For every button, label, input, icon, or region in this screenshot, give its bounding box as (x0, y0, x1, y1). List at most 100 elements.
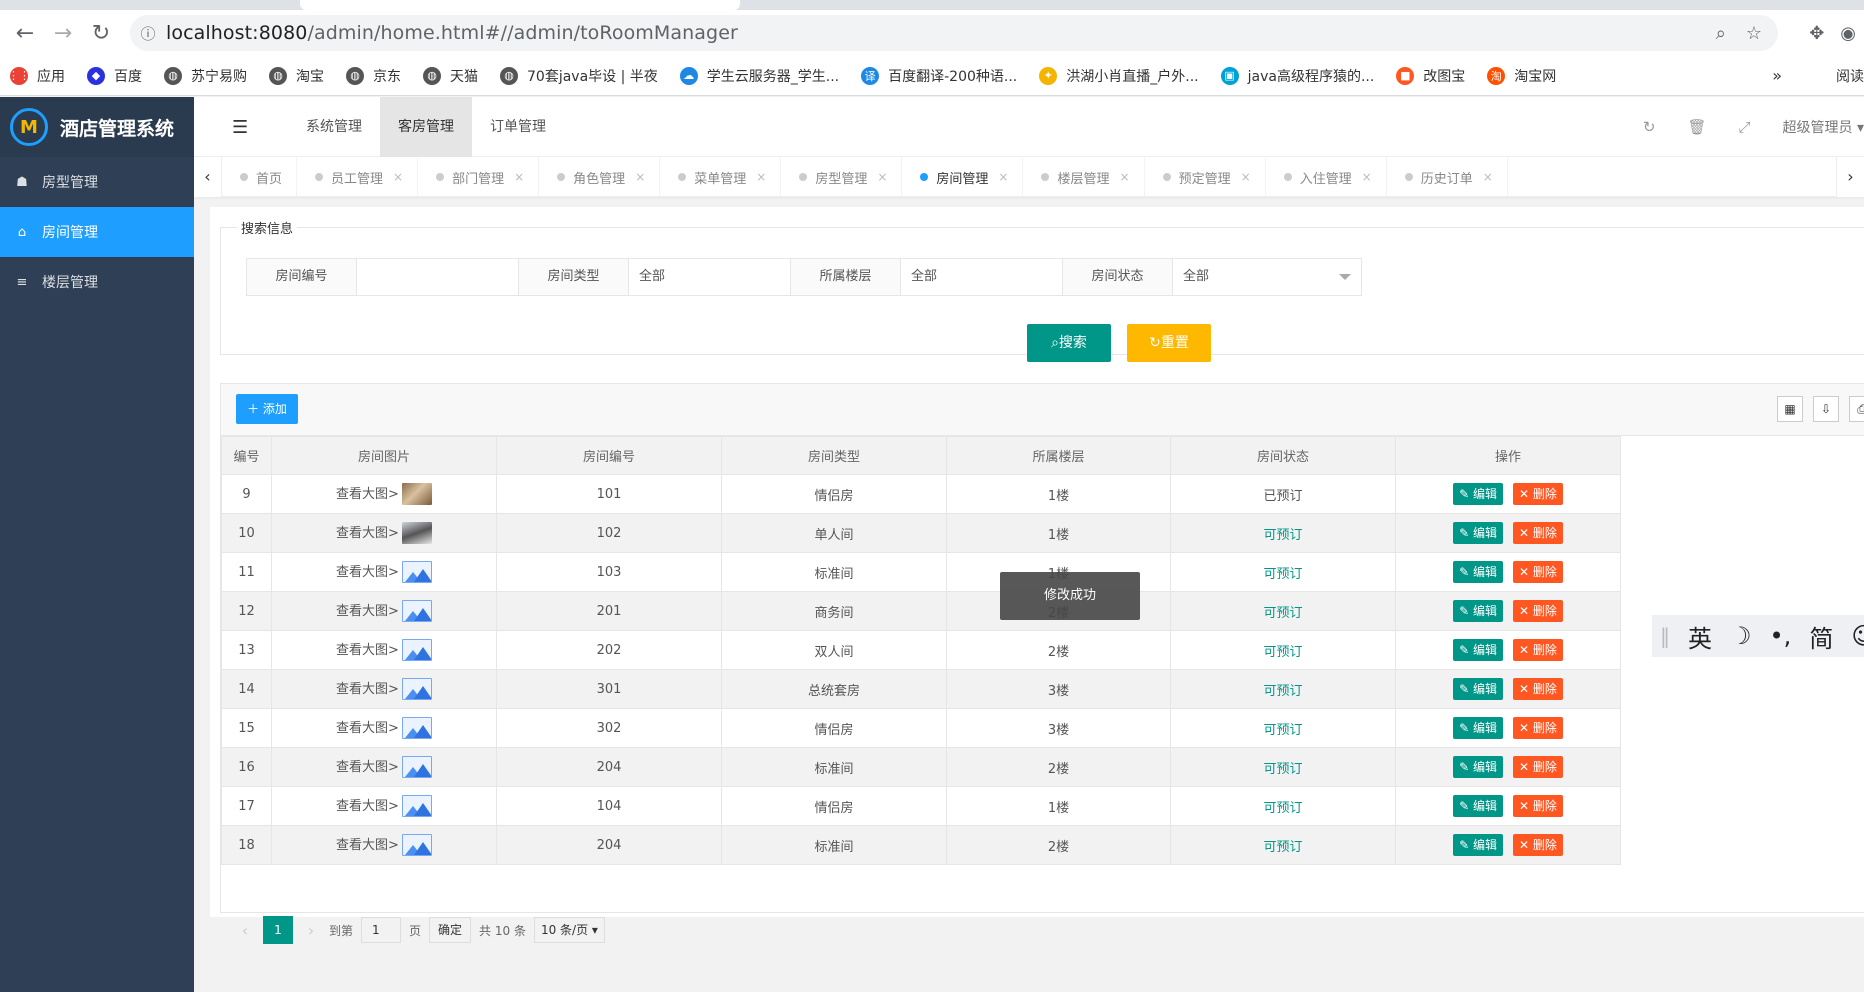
ime-moon-icon[interactable]: ☽ (1730, 622, 1752, 650)
bookmark-item[interactable]: ◍ 苏宁易购 (164, 66, 247, 86)
room-thumbnail[interactable] (401, 639, 432, 662)
delete-button[interactable]: ✕ 删除 (1513, 561, 1563, 583)
view-large-image-link[interactable]: 查看大图> (336, 604, 399, 619)
view-large-image-link[interactable]: 查看大图> (336, 565, 399, 580)
edit-button[interactable]: ✎ 编辑 (1453, 561, 1503, 583)
page-tab[interactable]: 部门管理 × (418, 157, 540, 197)
column-header[interactable]: 操作 (1395, 436, 1621, 475)
column-header[interactable]: 房间图片 (271, 436, 497, 475)
page-tab[interactable]: 角色管理 × (539, 157, 661, 197)
goto-confirm-button[interactable]: 确定 (429, 917, 472, 943)
site-info-icon[interactable]: ⓘ (130, 23, 166, 44)
tab-close-icon[interactable]: × (1483, 170, 1493, 184)
page-size-select[interactable]: 10 条/页 ▾ (533, 917, 605, 943)
column-header[interactable]: 编号 (221, 436, 272, 475)
delete-button[interactable]: ✕ 删除 (1513, 834, 1563, 856)
reset-button[interactable]: ↻重置 (1127, 324, 1211, 362)
forward-icon[interactable]: → (44, 14, 82, 52)
view-large-image-link[interactable]: 查看大图> (336, 526, 399, 541)
ime-handle-icon[interactable]: ‖ (1660, 624, 1670, 648)
delete-button[interactable]: ✕ 删除 (1513, 600, 1563, 622)
page-tab[interactable]: 员工管理 × (297, 157, 419, 197)
page-tab[interactable]: 菜单管理 × (660, 157, 782, 197)
edit-button[interactable]: ✎ 编辑 (1453, 795, 1503, 817)
bookmark-item[interactable]: ✦ 洪湖小肖直播_户外... (1039, 66, 1199, 86)
edit-button[interactable]: ✎ 编辑 (1453, 756, 1503, 778)
tab-close-icon[interactable]: × (635, 170, 645, 184)
fullscreen-icon[interactable]: ⤢ (1739, 118, 1751, 136)
room-thumbnail[interactable] (401, 522, 432, 545)
room-thumbnail[interactable] (401, 561, 432, 584)
delete-button[interactable]: ✕ 删除 (1513, 717, 1563, 739)
edit-button[interactable]: ✎ 编辑 (1453, 522, 1503, 544)
view-large-image-link[interactable]: 查看大图> (336, 799, 399, 814)
page-tab[interactable]: 房型管理 × (781, 157, 903, 197)
edit-button[interactable]: ✎ 编辑 (1453, 600, 1503, 622)
tab-close-icon[interactable]: × (756, 170, 766, 184)
sidebar-item[interactable]: ⌂ 房间管理 (0, 207, 194, 257)
tab-close-icon[interactable]: × (1362, 170, 1372, 184)
room-thumbnail[interactable] (401, 600, 432, 623)
extensions-icon[interactable]: ✥ (1809, 23, 1824, 44)
ime-punct-toggle[interactable]: •, (1770, 622, 1792, 650)
column-header[interactable]: 房间类型 (721, 436, 947, 475)
tab-close-icon[interactable]: × (998, 170, 1008, 184)
menu-toggle-icon[interactable]: ☰ (232, 117, 248, 138)
column-header[interactable]: 房间编号 (496, 436, 722, 475)
columns-filter-icon[interactable]: ▦ (1777, 396, 1803, 422)
delete-button[interactable]: ✕ 删除 (1513, 795, 1563, 817)
clear-cache-icon[interactable]: 🗑 (1687, 118, 1706, 136)
bookmark-item[interactable]: 淘淘宝网 (1487, 66, 1556, 86)
delete-button[interactable]: ✕ 删除 (1513, 483, 1563, 505)
edit-button[interactable]: ✎ 编辑 (1453, 678, 1503, 700)
column-header[interactable]: 房间状态 (1170, 436, 1396, 475)
prev-page-icon[interactable]: ‹ (235, 921, 255, 940)
room-thumbnail[interactable] (401, 834, 432, 857)
page-tab[interactable]: 房间管理 × (902, 157, 1024, 197)
room-thumbnail[interactable] (401, 756, 432, 779)
bookmark-item[interactable]: ◆ 百度 (87, 66, 142, 86)
reading-list-button[interactable]: 阅读 (1836, 66, 1864, 86)
tab-close-icon[interactable]: × (514, 170, 524, 184)
address-bar[interactable]: ⓘ localhost:8080/admin/home.html#//admin… (130, 15, 1778, 51)
view-large-image-link[interactable]: 查看大图> (336, 838, 399, 853)
tabs-scroll-right-icon[interactable]: › (1836, 157, 1864, 197)
bookmark-item[interactable]: ⋮⋮ 应用 (8, 66, 65, 86)
bookmark-star-icon[interactable]: ☆ (1746, 23, 1762, 44)
bookmark-item[interactable]: ☁ 学生云服务器_学生... (679, 66, 839, 86)
page-tab[interactable]: 楼层管理 × (1023, 157, 1145, 197)
address-url[interactable]: localhost:8080/admin/home.html#//admin/t… (166, 22, 738, 44)
room-thumbnail[interactable] (401, 717, 432, 740)
view-large-image-link[interactable]: 查看大图> (336, 682, 399, 697)
header-nav-item[interactable]: 客房管理 (380, 97, 472, 157)
edit-button[interactable]: ✎ 编辑 (1453, 834, 1503, 856)
user-menu[interactable]: 超级管理员 ▾ (1783, 117, 1864, 137)
tabs-scroll-left-icon[interactable]: ‹ (194, 157, 222, 197)
refresh-icon[interactable]: ↻ (1643, 118, 1656, 136)
bookmark-item[interactable]: ▣ java高级程序猿的... (1220, 66, 1374, 86)
view-large-image-link[interactable]: 查看大图> (336, 643, 399, 658)
ime-lang-toggle[interactable]: 英 (1688, 619, 1712, 654)
view-large-image-link[interactable]: 查看大图> (336, 760, 399, 775)
next-page-icon[interactable]: › (301, 921, 321, 940)
search-select[interactable]: 全部 (901, 259, 1089, 295)
print-icon[interactable]: ⎙ (1849, 396, 1864, 422)
back-icon[interactable]: ← (6, 14, 44, 52)
room-thumbnail[interactable] (401, 678, 432, 701)
sidebar-item[interactable]: ≡ 楼层管理 (0, 257, 194, 307)
bookmark-item[interactable]: ■ 改图宝 (1396, 66, 1465, 86)
column-header[interactable]: 所属楼层 (946, 436, 1171, 475)
goto-page-input[interactable]: 1 (361, 917, 402, 943)
sidebar-item[interactable]: ☗ 房型管理 (0, 157, 194, 207)
page-tab[interactable]: 入住管理 × (1266, 157, 1387, 197)
delete-button[interactable]: ✕ 删除 (1513, 678, 1563, 700)
tab-close-icon[interactable]: × (1120, 170, 1130, 184)
profile-icon[interactable]: ◉ (1840, 23, 1856, 44)
add-room-button[interactable]: ＋ 添加 (236, 394, 298, 424)
search-select[interactable]: 全部 (629, 259, 817, 295)
reload-icon[interactable]: ↻ (82, 14, 120, 52)
ime-emoji-icon[interactable]: ☺ (1851, 622, 1864, 650)
browser-active-tab[interactable] (300, 0, 740, 10)
header-nav-item[interactable]: 订单管理 (472, 97, 564, 157)
search-input[interactable] (357, 259, 545, 295)
